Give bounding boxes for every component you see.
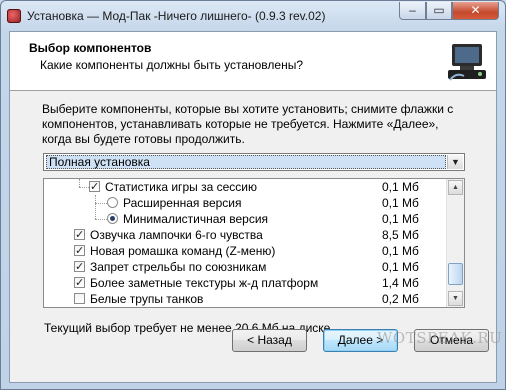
component-label: Более заметные текстуры ж-д платформ [90,276,319,290]
component-row[interactable]: Статистика игры за сессию 0,1 Мб [44,179,446,195]
component-label: Запрет стрельбы по союзникам [90,260,267,274]
instructions-text: Выберите компоненты, которые вы хотите у… [42,102,454,146]
component-checkbox[interactable] [74,259,85,275]
component-row[interactable]: Новая ромашка команд (Z-меню) 0,1 Мб [44,243,446,259]
back-button[interactable]: < Назад [232,329,307,352]
component-size: 0,1 Мб [382,196,419,210]
component-radio[interactable] [107,197,118,208]
component-size: 0,1 Мб [382,180,419,194]
component-size: 0,2 Мб [382,292,419,306]
close-button[interactable]: ✕ [452,2,499,20]
component-label: Новая ромашка команд (Z-меню) [90,244,276,258]
wizard-header: Выбор компонентов Какие компоненты должн… [10,32,496,91]
component-size: 1,4 Мб [382,276,419,290]
component-checkbox[interactable] [74,227,85,243]
page-subtitle: Какие компоненты должны быть установлены… [40,58,303,72]
watermark-text: WOTSPEAK.RU [377,329,503,347]
component-row[interactable]: Запрет стрельбы по союзникам 0,1 Мб [44,259,446,275]
component-row[interactable]: Озвучка лампочки 6-го чувства 8,5 Мб [44,227,446,243]
component-checkbox[interactable] [89,179,100,195]
components-scrollbar[interactable]: ▲ ▼ [446,179,464,307]
component-size: 0,1 Мб [382,260,419,274]
install-type-select[interactable]: Полная установка ▼ [43,153,465,171]
component-checkbox[interactable] [74,243,85,259]
scroll-thumb[interactable] [448,263,463,285]
component-label: Расширенная версия [123,196,242,210]
title-bar[interactable]: Установка — Мод-Пак -Ничего лишнего- (0.… [1,1,505,31]
scroll-up-icon[interactable]: ▲ [448,180,463,195]
component-row[interactable]: Расширенная версия 0,1 Мб [44,195,446,211]
component-label: Белые трупы танков [90,292,204,306]
installer-computer-icon [448,44,486,81]
component-row[interactable]: Более заметные текстуры ж-д платформ 1,4… [44,275,446,291]
components-tree[interactable]: Статистика игры за сессию 0,1 Мб Расшире… [43,178,465,308]
maximize-button[interactable]: ▭ [426,2,452,20]
component-row[interactable]: Минималистичная версия 0,1 Мб [44,211,446,227]
component-label: Минималистичная версия [123,212,269,226]
component-label: Статистика игры за сессию [105,180,257,194]
minimize-button[interactable]: ‒ [399,2,426,20]
install-type-value: Полная установка [46,155,446,169]
installer-window: Установка — Мод-Пак -Ничего лишнего- (0.… [0,0,506,390]
component-radio[interactable] [107,213,118,224]
component-label: Озвучка лампочки 6-го чувства [90,228,263,242]
component-checkbox[interactable] [74,293,85,304]
component-checkbox[interactable] [74,275,85,291]
component-size: 0,1 Мб [382,212,419,226]
component-size: 8,5 Мб [382,228,419,242]
window-title: Установка — Мод-Пак -Ничего лишнего- (0.… [27,9,326,23]
chevron-down-icon[interactable]: ▼ [447,155,463,169]
app-icon [7,9,21,23]
component-size: 0,1 Мб [382,244,419,258]
scroll-down-icon[interactable]: ▼ [448,291,463,306]
page-title: Выбор компонентов [29,41,152,55]
component-row[interactable]: Белые трупы танков 0,2 Мб [44,291,446,307]
